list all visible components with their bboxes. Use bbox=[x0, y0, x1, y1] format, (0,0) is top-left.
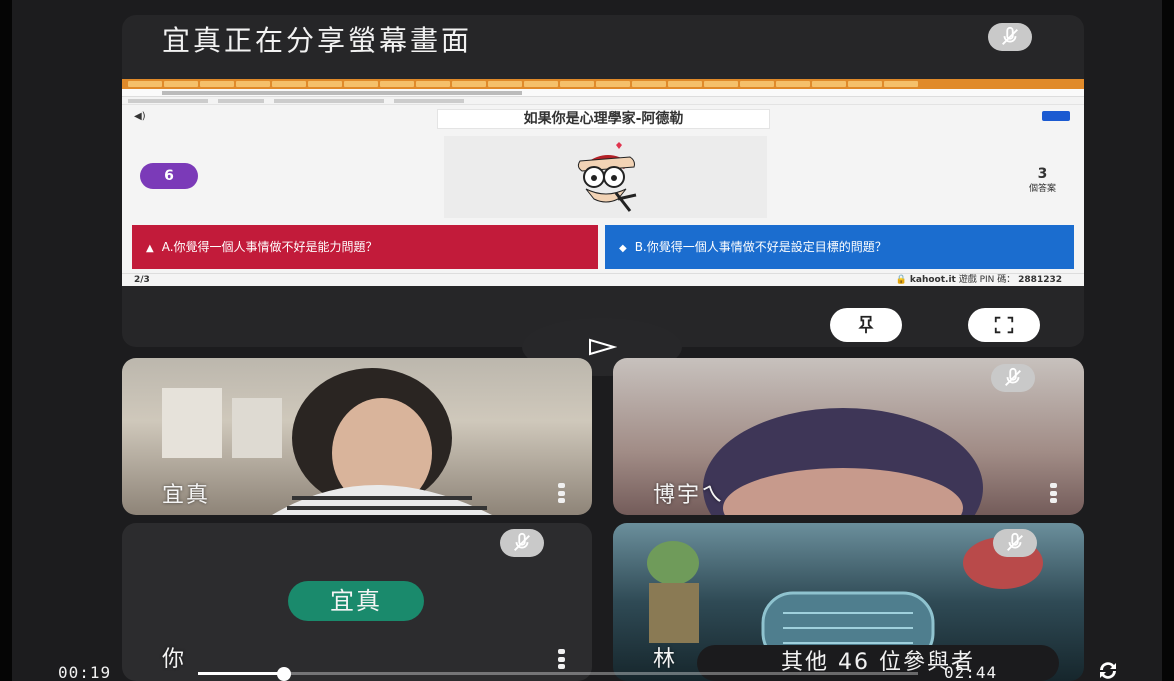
left-edge bbox=[0, 0, 12, 681]
answer-count-number: 3 bbox=[1037, 166, 1048, 182]
kahoot-footer: 2/3 🔒 kahoot.it 遊戲 PIN 碼： 2881232 bbox=[122, 273, 1084, 286]
mic-off-icon bbox=[500, 529, 544, 557]
seek-bar[interactable] bbox=[198, 667, 918, 681]
participant-name: 林 bbox=[653, 647, 678, 672]
participant-name: 宜真 bbox=[162, 483, 211, 508]
duration: 02:44 bbox=[944, 663, 998, 681]
screen-share-panel[interactable]: 宜真正在分享螢幕畫面 ◀) 如果你是心理學家-阿德勒 6 3 個答案 ▲ A.你… bbox=[122, 15, 1084, 347]
seek-bar-progress bbox=[198, 672, 285, 675]
game-pin-info: 🔒 kahoot.it 遊戲 PIN 碼： 2881232 bbox=[896, 274, 1062, 286]
mic-off-icon bbox=[988, 23, 1032, 51]
participant-tile[interactable]: 博宇ㄟ bbox=[613, 358, 1084, 515]
triangle-icon: ▲ bbox=[146, 243, 154, 254]
share-title: 宜真正在分享螢幕畫面 bbox=[162, 24, 473, 57]
shared-browser-window: ◀) 如果你是心理學家-阿德勒 6 3 個答案 ▲ A.你覺得一個人事情做不好是… bbox=[122, 79, 1084, 286]
sound-icon: ◀) bbox=[134, 111, 146, 122]
other-participants-button[interactable]: 其他 46 位參與者 bbox=[697, 645, 1059, 681]
browser-address-bar bbox=[122, 89, 1084, 97]
question-image bbox=[444, 136, 767, 218]
fullscreen-button[interactable] bbox=[968, 308, 1040, 342]
more-options-icon[interactable] bbox=[558, 483, 566, 503]
dexter-cartoon-image bbox=[577, 142, 636, 212]
question-timer: 6 bbox=[140, 163, 198, 189]
current-time: 00:19 bbox=[58, 663, 112, 681]
more-options-icon[interactable] bbox=[558, 649, 566, 669]
rotate-icon[interactable] bbox=[1095, 660, 1121, 681]
lock-icon: 🔒 bbox=[895, 275, 908, 285]
play-icon bbox=[589, 338, 617, 356]
skip-button bbox=[1042, 111, 1070, 121]
browser-tab-bar bbox=[122, 79, 1084, 89]
browser-bookmarks-bar bbox=[122, 97, 1084, 105]
answer-option-a: ▲ A.你覺得一個人事情做不好是能力問題？ bbox=[132, 225, 598, 269]
participant-tile-self[interactable]: 宜真 你 bbox=[122, 523, 592, 681]
answer-counter: 3 個答案 bbox=[1029, 167, 1056, 194]
site-name: kahoot.it bbox=[909, 275, 956, 285]
fullscreen-icon bbox=[994, 316, 1014, 334]
more-options-icon[interactable] bbox=[1050, 483, 1058, 503]
diamond-icon: ◆ bbox=[619, 243, 627, 254]
participant-name: 你 bbox=[162, 647, 187, 672]
answer-option-b: ◆ B.你覺得一個人事情做不好是設定目標的問題？ bbox=[605, 225, 1074, 269]
question-title: 如果你是心理學家-阿德勒 bbox=[437, 109, 770, 129]
pin-icon bbox=[858, 315, 874, 334]
answer-b-text: B.你覺得一個人事情做不好是設定目標的問題？ bbox=[634, 240, 887, 254]
pin-button[interactable] bbox=[830, 308, 902, 342]
mic-off-icon bbox=[993, 529, 1037, 557]
avatar: 宜真 bbox=[288, 581, 424, 621]
pin-label: 遊戲 PIN 碼： bbox=[958, 275, 1016, 285]
right-edge bbox=[1162, 0, 1174, 681]
participant-name: 博宇ㄟ bbox=[653, 483, 726, 508]
answer-a-text: A.你覺得一個人事情做不好是能力問題？ bbox=[161, 240, 378, 254]
participant-tile[interactable]: 宜真 bbox=[122, 358, 592, 515]
pin-number: 2881232 bbox=[1018, 275, 1062, 285]
answer-count-label: 個答案 bbox=[1028, 184, 1056, 194]
question-progress: 2/3 bbox=[134, 275, 150, 285]
mic-off-icon bbox=[991, 364, 1035, 392]
